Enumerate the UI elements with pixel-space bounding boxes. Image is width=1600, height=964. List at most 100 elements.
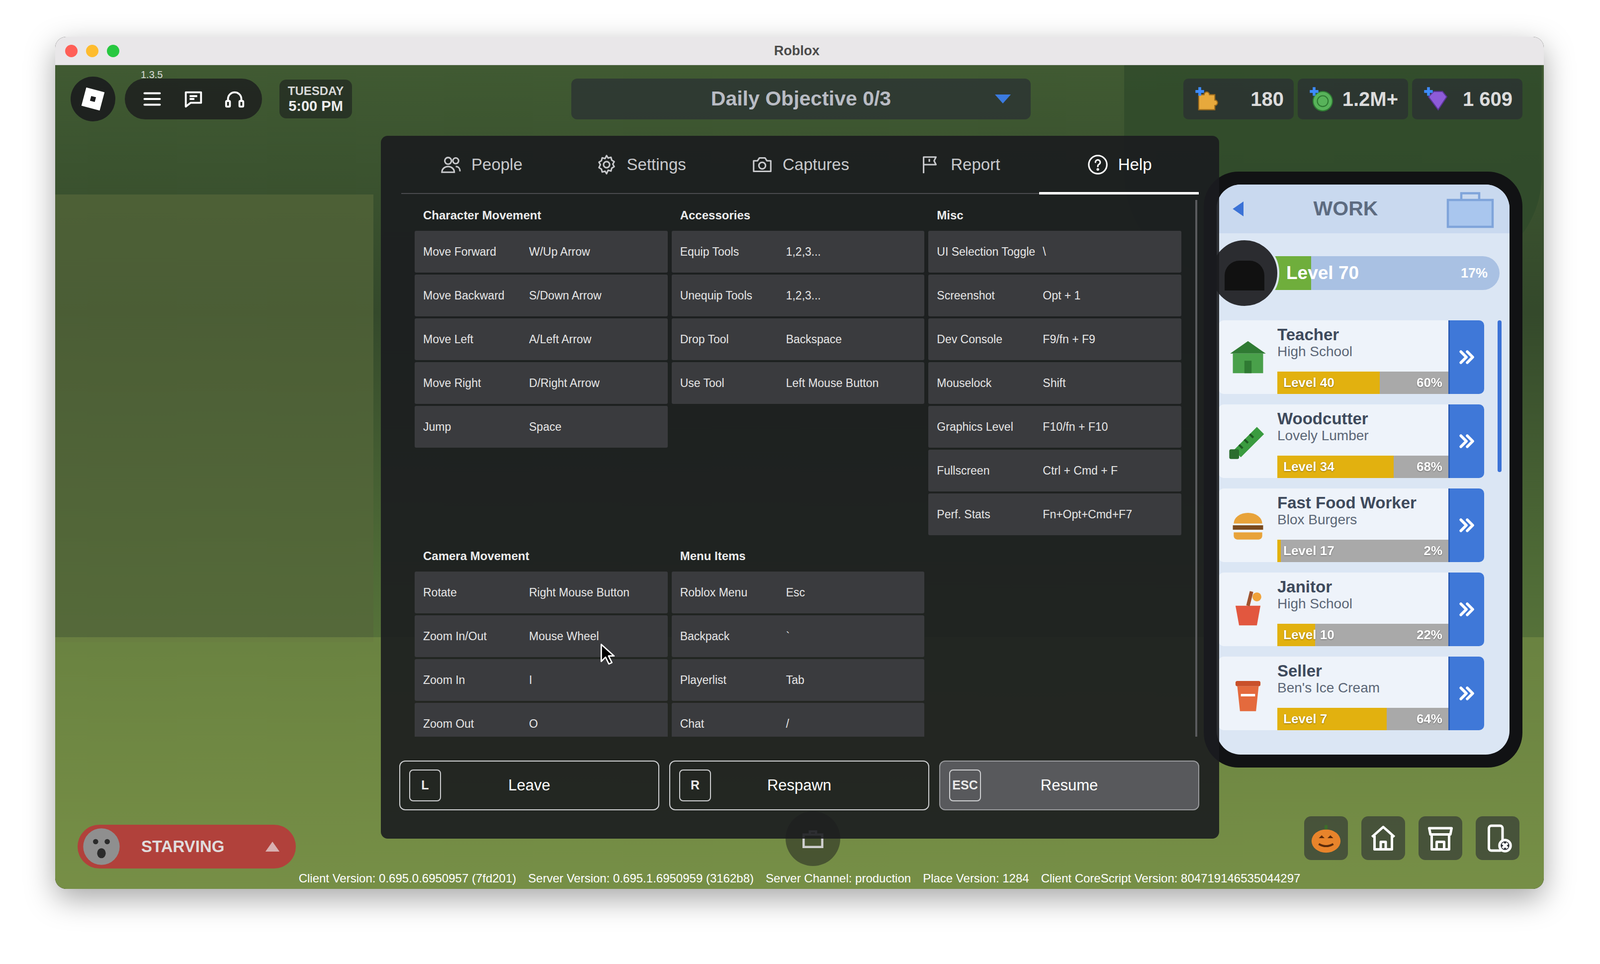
binding-list: UI Selection Toggle\ScreenshotOpt + 1Dev… xyxy=(928,230,1182,535)
menu-tab[interactable]: Help xyxy=(1039,135,1199,193)
job-open-button[interactable] xyxy=(1448,656,1485,730)
key-hint: L xyxy=(409,769,442,801)
chat-icon[interactable] xyxy=(181,87,205,111)
menu-tab[interactable]: Settings xyxy=(560,135,721,193)
help-scrollbar[interactable] xyxy=(1195,199,1198,737)
binding-action: Rotate xyxy=(423,585,530,600)
roblox-logo-button[interactable] xyxy=(70,76,116,122)
job-info: WoodcutterLovely LumberLevel 3468% xyxy=(1277,404,1449,478)
currency-value: 1 609 xyxy=(1462,84,1513,114)
work-level-label: Level 70 xyxy=(1272,259,1359,287)
job-level-label: Level 7 xyxy=(1277,709,1328,729)
job-level-percent: 68% xyxy=(1416,456,1449,477)
tab-underline xyxy=(1039,191,1199,195)
section-title: Accessories xyxy=(680,206,751,225)
binding-row: Zoom In/OutMouse Wheel xyxy=(414,615,668,657)
job-card[interactable]: JanitorHigh SchoolLevel 1022% xyxy=(1218,572,1485,646)
job-level-percent: 64% xyxy=(1416,709,1449,729)
binding-row: RotateRight Mouse Button xyxy=(414,571,668,614)
hunger-meter[interactable]: STARVING xyxy=(77,824,296,869)
binding-action: Move Right xyxy=(423,375,530,391)
button-label[interactable]: Resume xyxy=(980,773,1190,798)
game-view[interactable]: 1.3.5 TUESDAY 5:00 PM Daily Objective 0/… xyxy=(55,65,1544,889)
currency[interactable]: 1.2M+ xyxy=(1297,78,1409,120)
binding-row: Equip Tools1,2,3... xyxy=(671,230,925,273)
job-open-button[interactable] xyxy=(1448,320,1485,394)
chevron-icon xyxy=(1456,598,1479,621)
menu-tab[interactable]: People xyxy=(401,135,561,193)
menu-button[interactable]: LLeave xyxy=(399,760,660,810)
job-place: High School xyxy=(1277,343,1449,360)
binding-keys: S/Down Arrow xyxy=(529,286,602,305)
tab-label[interactable]: Report xyxy=(950,152,1000,178)
daily-objective[interactable]: Daily Objective 0/3 xyxy=(571,78,1031,120)
phone-button[interactable] xyxy=(1475,815,1520,860)
event-button[interactable] xyxy=(1304,815,1348,860)
binding-keys: Fn+Opt+Cmd+F7 xyxy=(1042,505,1133,524)
title-bar: Roblox xyxy=(55,36,1544,66)
work-level-percent: 17% xyxy=(1460,263,1500,284)
menu-buttons: LLeaveRRespawnESCResume xyxy=(380,760,1220,810)
button-label[interactable]: Leave xyxy=(441,773,650,798)
button-label[interactable]: Respawn xyxy=(711,773,920,798)
job-list-scrollbar[interactable] xyxy=(1497,320,1502,472)
time-label: 5:00 PM xyxy=(288,98,344,114)
home-button[interactable] xyxy=(1361,815,1406,860)
menu-button[interactable]: RRespawn xyxy=(669,760,930,810)
minimize-button[interactable] xyxy=(86,44,99,58)
binding-row: Unequip Tools1,2,3... xyxy=(671,274,925,317)
binding-row: PlayerlistTab xyxy=(671,658,925,701)
window-controls xyxy=(55,44,120,58)
house-wall xyxy=(55,194,374,642)
binding-keys: Opt + 1 xyxy=(1042,286,1081,305)
binding-list: Equip Tools1,2,3...Unequip Tools1,2,3...… xyxy=(671,230,925,404)
tab-label[interactable]: Settings xyxy=(626,152,687,178)
window-title: Roblox xyxy=(774,40,820,62)
binding-keys: W/Up Arrow xyxy=(529,243,591,261)
shop-button[interactable] xyxy=(1418,815,1463,860)
tab-label[interactable]: Help xyxy=(1118,152,1153,178)
currency[interactable]: 180 xyxy=(1183,78,1294,120)
tab-label[interactable]: People xyxy=(471,152,523,178)
job-title: Teacher xyxy=(1277,326,1449,344)
currency[interactable]: 1 609 xyxy=(1412,78,1523,120)
zoom-button[interactable] xyxy=(106,44,120,58)
job-info: Fast Food WorkerBlox BurgersLevel 172% xyxy=(1277,488,1449,562)
job-place: Ben's Ice Cream xyxy=(1277,679,1449,696)
menu-tab[interactable]: Report xyxy=(879,135,1040,193)
binding-keys: 1,2,3... xyxy=(786,286,821,305)
job-open-button[interactable] xyxy=(1448,572,1485,646)
section-header: Menu Items xyxy=(671,540,925,572)
status-item: Server Version: 0.695.1.6950959 (3162b8) xyxy=(528,869,754,888)
job-open-button[interactable] xyxy=(1448,404,1485,478)
headset-icon[interactable] xyxy=(223,87,247,111)
back-icon[interactable] xyxy=(1228,198,1249,219)
job-title: Fast Food Worker xyxy=(1277,494,1449,512)
status-item: Client CoreScript Version: 8047191465350… xyxy=(1041,869,1301,888)
binding-row: Move LeftA/Left Arrow xyxy=(414,318,668,360)
close-button[interactable] xyxy=(65,44,78,58)
menu-tab[interactable]: Captures xyxy=(720,135,881,193)
job-open-button[interactable] xyxy=(1448,488,1485,562)
job-card[interactable]: SellerBen's Ice CreamLevel 764% xyxy=(1218,656,1485,730)
expand-icon[interactable] xyxy=(264,839,281,853)
hunger-label: STARVING xyxy=(141,833,225,859)
menu-button[interactable]: ESCResume xyxy=(939,760,1200,810)
binding-keys: A/Left Arrow xyxy=(529,330,592,349)
tab-label[interactable]: Captures xyxy=(782,152,850,178)
job-progress-track: Level 4060% xyxy=(1277,371,1449,394)
job-card[interactable]: WoodcutterLovely LumberLevel 3468% xyxy=(1218,404,1485,478)
chevron-icon xyxy=(1456,514,1479,536)
work-app: WORK Level 70 17% TeacherHigh SchoolLeve… xyxy=(1216,184,1510,755)
binding-action: Perf. Stats xyxy=(936,507,1043,522)
job-level-percent: 22% xyxy=(1416,624,1449,645)
binding-list: Move ForwardW/Up ArrowMove BackwardS/Dow… xyxy=(414,230,668,448)
help-content: Character MovementMove ForwardW/Up Arrow… xyxy=(380,199,1220,737)
menu-icon[interactable] xyxy=(140,87,164,111)
job-card[interactable]: Fast Food WorkerBlox BurgersLevel 172% xyxy=(1218,488,1485,562)
job-icon-box xyxy=(1218,320,1278,394)
job-card[interactable]: TeacherHigh School Level 4060% xyxy=(1218,320,1485,394)
binding-action: Zoom Out xyxy=(423,716,530,731)
keybinding-section: Menu ItemsRoblox MenuEscBackpack`Playerl… xyxy=(671,540,925,737)
job-level-label: Level 34 xyxy=(1277,456,1335,477)
